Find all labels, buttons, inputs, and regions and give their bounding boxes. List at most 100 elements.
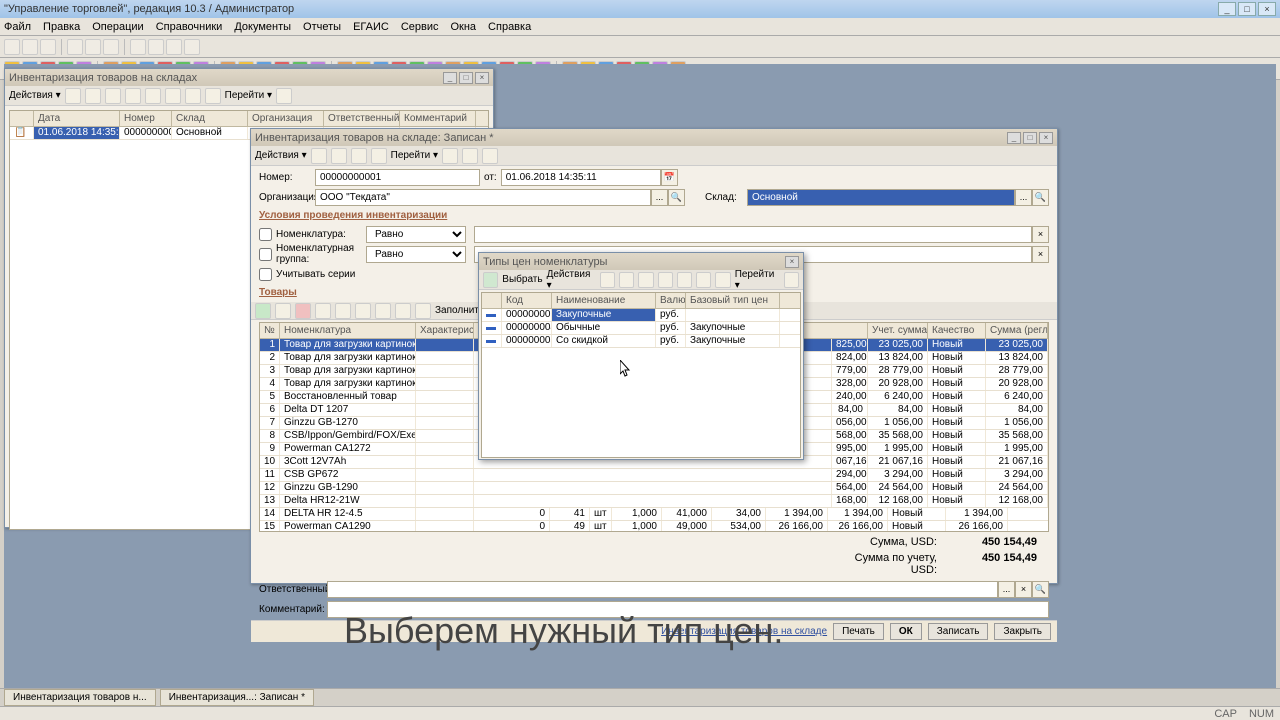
add-icon[interactable] [255, 303, 271, 319]
down-icon[interactable] [355, 303, 371, 319]
col-date[interactable]: Дата [34, 111, 120, 126]
paste-icon[interactable] [103, 39, 119, 55]
menu-Справка[interactable]: Справка [488, 21, 531, 33]
redo-icon[interactable] [166, 39, 182, 55]
table-row[interactable]: ▬ 000000002 Закупочные руб. [482, 309, 800, 322]
navigate-dropdown[interactable]: Перейти ▾ [225, 90, 272, 101]
save-icon[interactable] [311, 148, 327, 164]
icon[interactable] [331, 148, 347, 164]
copy-icon[interactable] [275, 303, 291, 319]
nomen-operator[interactable]: Равно [366, 226, 466, 243]
help-icon[interactable] [784, 272, 799, 288]
clear-icon[interactable]: × [1015, 581, 1032, 598]
help-icon[interactable] [276, 88, 292, 104]
sort-icon[interactable] [696, 272, 711, 288]
nomen-group-checkbox[interactable] [259, 248, 272, 261]
help-icon[interactable] [442, 148, 458, 164]
table-row[interactable]: ▬ 000000004 Обычные руб. Закупочные [482, 322, 800, 335]
select-icon[interactable] [483, 272, 498, 288]
menu-Операции[interactable]: Операции [92, 21, 143, 33]
select-icon[interactable]: ... [1015, 189, 1032, 206]
add-icon[interactable] [65, 88, 81, 104]
print-button[interactable]: Печать [833, 623, 884, 640]
actions-dropdown[interactable]: Действия ▾ [547, 269, 596, 291]
task-button[interactable]: Инвентаризация товаров н... [4, 689, 156, 706]
actions-dropdown[interactable]: Действия ▾ [255, 150, 307, 161]
close-icon[interactable]: × [475, 72, 489, 84]
menu-Файл[interactable]: Файл [4, 21, 31, 33]
delete-icon[interactable] [295, 303, 311, 319]
open-icon[interactable] [22, 39, 38, 55]
clear-icon[interactable]: × [1032, 226, 1049, 243]
calendar-icon[interactable]: 📅 [661, 169, 678, 186]
sort-desc-icon[interactable] [395, 303, 411, 319]
maximize-icon[interactable]: □ [1023, 132, 1037, 144]
cut-icon[interactable] [67, 39, 83, 55]
filter-icon[interactable] [165, 88, 181, 104]
table-row[interactable]: 11 CSB GP672 294,00 3 294,00 Новый 3 294… [260, 469, 1048, 482]
new-icon[interactable] [4, 39, 20, 55]
sort-icon[interactable] [185, 88, 201, 104]
refresh-icon[interactable] [145, 88, 161, 104]
close-icon[interactable]: × [785, 256, 799, 268]
select-icon[interactable]: ... [651, 189, 668, 206]
sort-asc-icon[interactable] [375, 303, 391, 319]
minimize-button[interactable]: _ [1218, 2, 1236, 16]
navigate-dropdown[interactable]: Перейти ▾ [735, 269, 780, 291]
menu-Отчеты[interactable]: Отчеты [303, 21, 341, 33]
menu-ЕГАИС[interactable]: ЕГАИС [353, 21, 389, 33]
select-button[interactable]: Выбрать [502, 274, 542, 285]
print-icon[interactable] [130, 39, 146, 55]
open-icon[interactable]: 🔍 [668, 189, 685, 206]
close-icon[interactable]: × [1039, 132, 1053, 144]
table-row[interactable]: 14 DELTA HR 12-4.5 0 41 шт 1,000 41,000 … [260, 508, 1048, 521]
save-icon[interactable] [40, 39, 56, 55]
menu-Правка[interactable]: Правка [43, 21, 80, 33]
menu-Сервис[interactable]: Сервис [401, 21, 439, 33]
copy-icon[interactable] [85, 39, 101, 55]
menu-Окна[interactable]: Окна [450, 21, 476, 33]
minimize-icon[interactable]: _ [443, 72, 457, 84]
nomen-group-operator[interactable]: Равно [366, 246, 466, 263]
clear-icon[interactable]: × [1032, 246, 1049, 263]
org-field[interactable] [315, 189, 651, 206]
maximize-icon[interactable]: □ [459, 72, 473, 84]
close-button[interactable]: Закрыть [994, 623, 1051, 640]
task-button[interactable]: Инвентаризация...: Записан * [160, 689, 314, 706]
settings-icon[interactable] [205, 88, 221, 104]
table-row[interactable]: 13 Delta HR12-21W 168,00 12 168,00 Новый… [260, 495, 1048, 508]
open-icon[interactable]: 🔍 [1032, 581, 1049, 598]
date-field[interactable] [501, 169, 661, 186]
warehouse-field[interactable] [747, 189, 1015, 206]
menu-Документы[interactable]: Документы [234, 21, 291, 33]
edit-icon[interactable] [619, 272, 634, 288]
icon[interactable] [462, 148, 478, 164]
copy-icon[interactable] [105, 88, 121, 104]
series-checkbox[interactable] [259, 268, 272, 281]
actions-dropdown[interactable]: Действия ▾ [9, 90, 61, 101]
number-field[interactable] [315, 169, 480, 186]
minimize-icon[interactable]: _ [1007, 132, 1021, 144]
col-comment[interactable]: Комментарий [400, 111, 476, 126]
close-button[interactable]: × [1258, 2, 1276, 16]
add-icon[interactable] [600, 272, 615, 288]
table-row[interactable]: 15 Powerman CA1290 0 49 шт 1,000 49,000 … [260, 521, 1048, 532]
icon[interactable] [482, 148, 498, 164]
table-row[interactable]: ▬ 000000005 Со скидкой руб. Закупочные [482, 335, 800, 348]
edit-icon[interactable] [85, 88, 101, 104]
pick-icon[interactable] [415, 303, 431, 319]
copy-icon[interactable] [638, 272, 653, 288]
edit-icon[interactable] [315, 303, 331, 319]
up-icon[interactable] [335, 303, 351, 319]
select-icon[interactable]: ... [998, 581, 1015, 598]
maximize-button[interactable]: □ [1238, 2, 1256, 16]
resp-field[interactable] [327, 581, 998, 598]
delete-icon[interactable] [658, 272, 673, 288]
icon[interactable] [351, 148, 367, 164]
navigate-dropdown[interactable]: Перейти ▾ [391, 150, 438, 161]
save-button[interactable]: Записать [928, 623, 989, 640]
ok-button[interactable]: ОК [890, 623, 922, 640]
delete-icon[interactable] [125, 88, 141, 104]
filter-icon[interactable] [677, 272, 692, 288]
price-types-table[interactable]: Код Наименование Валю... Базовый тип цен… [481, 292, 801, 458]
